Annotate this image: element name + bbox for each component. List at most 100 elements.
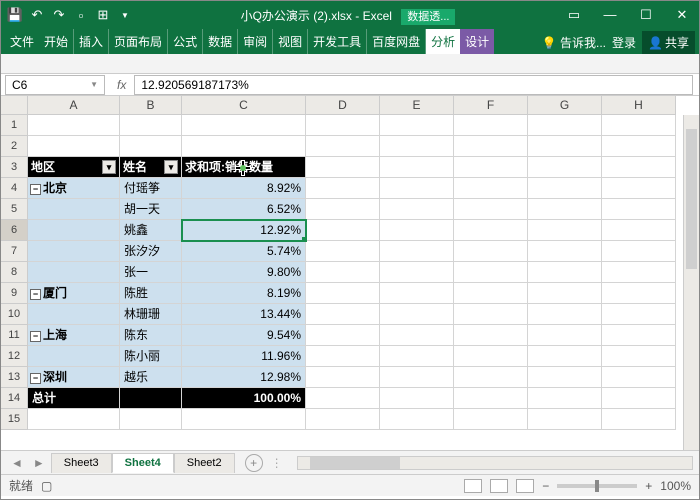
horizontal-scrollbar[interactable] <box>297 456 693 470</box>
row-header[interactable]: 14 <box>1 388 28 409</box>
cell[interactable] <box>306 325 380 346</box>
row-header[interactable]: 11 <box>1 325 28 346</box>
cell[interactable] <box>120 409 182 430</box>
macro-record-icon[interactable]: ▢ <box>41 479 52 493</box>
cell[interactable] <box>380 220 454 241</box>
cell[interactable]: 13.44% <box>182 304 306 325</box>
close-icon[interactable]: ✕ <box>671 7 693 23</box>
column-header[interactable]: C <box>182 96 306 115</box>
cell[interactable] <box>120 115 182 136</box>
maximize-icon[interactable]: ☐ <box>635 7 657 23</box>
row-header[interactable]: 15 <box>1 409 28 430</box>
cell[interactable] <box>306 115 380 136</box>
cell[interactable] <box>602 220 676 241</box>
cell[interactable] <box>454 136 528 157</box>
cell[interactable] <box>28 115 120 136</box>
row-header[interactable]: 12 <box>1 346 28 367</box>
cell[interactable] <box>28 199 120 220</box>
zoom-slider[interactable] <box>557 484 637 488</box>
cell[interactable] <box>602 199 676 220</box>
cell[interactable] <box>602 409 676 430</box>
row-header[interactable]: 9 <box>1 283 28 304</box>
cell[interactable] <box>528 325 602 346</box>
row-header[interactable]: 1 <box>1 115 28 136</box>
tab-file[interactable]: 文件 <box>5 29 39 54</box>
cell[interactable] <box>380 388 454 409</box>
cell[interactable] <box>182 115 306 136</box>
cell[interactable] <box>182 136 306 157</box>
cell[interactable] <box>602 241 676 262</box>
cell[interactable] <box>528 304 602 325</box>
cell[interactable] <box>454 325 528 346</box>
cell[interactable]: 越乐 <box>120 367 182 388</box>
tab-insert[interactable]: 插入 <box>74 29 109 54</box>
cell[interactable] <box>28 346 120 367</box>
zoom-in-icon[interactable]: + <box>645 479 652 493</box>
tab-pagelayout[interactable]: 页面布局 <box>109 29 168 54</box>
add-sheet-button[interactable]: + <box>245 454 263 472</box>
cell[interactable] <box>528 367 602 388</box>
cell[interactable] <box>28 262 120 283</box>
column-header[interactable]: F <box>454 96 528 115</box>
cell[interactable]: −上海 <box>28 325 120 346</box>
cell[interactable] <box>528 157 602 178</box>
cell[interactable] <box>380 283 454 304</box>
cell[interactable] <box>120 388 182 409</box>
cell[interactable] <box>380 178 454 199</box>
cell[interactable]: 陈胜 <box>120 283 182 304</box>
cell[interactable] <box>454 283 528 304</box>
column-header[interactable]: H <box>602 96 676 115</box>
cell[interactable] <box>528 409 602 430</box>
sheet-tab[interactable]: Sheet3 <box>51 453 112 473</box>
login-button[interactable]: 登录 <box>612 34 636 51</box>
formula-bar[interactable]: 12.920569187173% <box>134 75 693 95</box>
cell[interactable] <box>602 157 676 178</box>
cell[interactable]: 陈小丽 <box>120 346 182 367</box>
cell[interactable]: −厦门 <box>28 283 120 304</box>
cell[interactable] <box>602 367 676 388</box>
cell[interactable] <box>528 241 602 262</box>
cell[interactable] <box>454 409 528 430</box>
cell[interactable] <box>454 220 528 241</box>
cell[interactable]: 100.00% <box>182 388 306 409</box>
row-header[interactable]: 8 <box>1 262 28 283</box>
cell[interactable] <box>306 367 380 388</box>
cell[interactable] <box>28 136 120 157</box>
zoom-out-icon[interactable]: − <box>542 479 549 493</box>
cell[interactable] <box>306 388 380 409</box>
cell[interactable]: 付瑶筝 <box>120 178 182 199</box>
tab-baidu[interactable]: 百度网盘 <box>367 29 426 54</box>
cell[interactable] <box>306 409 380 430</box>
cell[interactable] <box>602 346 676 367</box>
new-icon[interactable]: ▫ <box>73 7 89 23</box>
cell[interactable] <box>306 178 380 199</box>
cell[interactable] <box>454 241 528 262</box>
cell[interactable] <box>380 346 454 367</box>
cell[interactable]: 8.92% <box>182 178 306 199</box>
cell[interactable] <box>182 409 306 430</box>
cell[interactable] <box>28 304 120 325</box>
cell[interactable] <box>528 220 602 241</box>
cell[interactable] <box>602 325 676 346</box>
filter-dropdown-icon[interactable]: ▾ <box>164 160 178 174</box>
tab-data[interactable]: 数据 <box>203 29 238 54</box>
cell[interactable] <box>380 241 454 262</box>
sheet-tab[interactable]: Sheet4 <box>112 453 174 473</box>
cell[interactable]: 姚鑫 <box>120 220 182 241</box>
cell[interactable] <box>528 199 602 220</box>
cell[interactable] <box>306 346 380 367</box>
cell[interactable] <box>306 304 380 325</box>
sheet-icon[interactable]: ⊞ <box>95 7 111 23</box>
column-header[interactable]: A <box>28 96 120 115</box>
cell[interactable]: 9.80% <box>182 262 306 283</box>
tab-formulas[interactable]: 公式 <box>168 29 203 54</box>
row-header[interactable]: 7 <box>1 241 28 262</box>
cell[interactable] <box>528 178 602 199</box>
cell[interactable] <box>306 220 380 241</box>
undo-icon[interactable]: ↶ <box>29 7 45 23</box>
cell[interactable] <box>602 262 676 283</box>
chevron-down-icon[interactable]: ▼ <box>90 80 98 89</box>
view-pagebreak-icon[interactable] <box>516 479 534 493</box>
row-header[interactable]: 5 <box>1 199 28 220</box>
sheet-nav-next-icon[interactable]: ► <box>29 456 49 470</box>
